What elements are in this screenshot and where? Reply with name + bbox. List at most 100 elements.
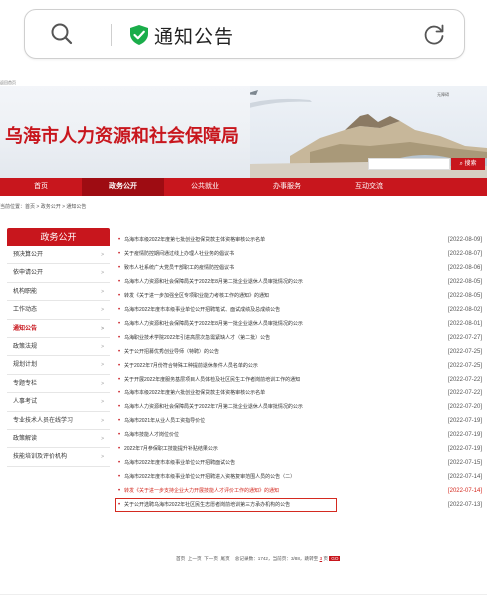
sidebar-item-label: 专业技术人员在线学习 xyxy=(13,417,74,424)
notice-row[interactable]: • 2022年7月参保职工技能提升补贴结果公示 [2022-07-19] xyxy=(115,443,485,455)
page-title: 通知公告 xyxy=(154,26,235,48)
notice-row[interactable]: • 关于2022年7月份符合特殊工种提前退休条件人员名单的公示 [2022-07-2… xyxy=(115,360,485,372)
notice-row[interactable]: • 乌海市2022年度市本级事业单位公开招聘笔试、面试成绩及总成绩公告 [2022-… xyxy=(115,304,485,316)
notice-title[interactable]: 乌海市2021年从业人员工资指导价位 xyxy=(124,415,205,427)
bullet-icon: • xyxy=(118,488,121,495)
notice-row[interactable]: • 乌海市人力资源和社会保障局关于2022年7月第二批企业退休人员审批情况的公示 [… xyxy=(115,401,485,413)
notice-row[interactable]: • 致市人社系统广大党员干部职工的疫情防控倡议书 [2022-08-06] xyxy=(115,262,485,274)
bullet-icon: • xyxy=(118,334,121,341)
notice-row[interactable]: • 乌海职业技术学院2022年引进高层次急需紧缺人才（第二批）公告 [2022-07… xyxy=(115,332,485,344)
notice-row[interactable]: • 乌海市人力资源和社会保障局关于2022年8月第二批企业退休人员审批情况的公示 [… xyxy=(115,276,485,288)
notice-date: [2022-08-07] xyxy=(447,250,482,257)
notice-title[interactable]: 关于疫情防控期间通过线上办理人社业务的倡议书 xyxy=(124,248,234,260)
notice-title[interactable]: 乌海市人力资源和社会保障局关于2022年8月第二批企业退休人员审批情况的公示 xyxy=(124,276,303,288)
address-bar[interactable]: 通知公告 xyxy=(24,9,465,59)
notice-title[interactable]: 乌海市2022年度市本级事业单位公开招聘进入资格复审范围人员的公告（二） xyxy=(124,471,295,483)
notice-row[interactable]: • 乌海市2021年从业人员工资指导价位 [2022-07-19] xyxy=(115,415,485,427)
notice-title[interactable]: 乌海市2022年度市本级事业单位公开招聘笔试、面试成绩及总成绩公告 xyxy=(124,304,280,316)
notice-row[interactable]: • 乌海市2022年度市本级事业单位公开招聘面试公告 [2022-07-15] xyxy=(115,457,485,469)
magnifier-icon: ⌕ xyxy=(459,161,463,167)
site-search-button[interactable]: ⌕ 搜索 xyxy=(451,158,485,170)
notice-row[interactable]: • 乌海市技能人才岗位价位 [2022-07-19] xyxy=(115,429,485,441)
notice-date: [2022-07-25] xyxy=(447,362,482,369)
nav-item-public-employment[interactable]: 公共就业 xyxy=(164,178,246,196)
notice-row[interactable]: • 乌海市本级2022年度第七批创业担保贷款主体资格审核公示名单 [2022-08-… xyxy=(115,234,485,246)
pager-first[interactable]: 首页 xyxy=(176,556,185,561)
sidebar-item-label: 专题专栏 xyxy=(13,380,38,387)
header-utility-links[interactable]: 无障碍 xyxy=(437,92,449,98)
notice-title[interactable]: 关于2022年7月份符合特殊工种提前退休条件人员名单的公示 xyxy=(124,360,258,372)
pager-last[interactable]: 尾页 xyxy=(220,556,229,561)
notice-title[interactable]: 乌海职业技术学院2022年引进高层次急需紧缺人才（第二批）公告 xyxy=(124,332,270,344)
sidebar-item[interactable]: 政策法规 > xyxy=(7,338,110,357)
notice-row[interactable]: • 乌海市2022年度市本级事业单位公开招聘进入资格复审范围人员的公告（二） [20… xyxy=(115,471,485,483)
notice-title[interactable]: 致市人社系统广大党员干部职工的疫情防控倡议书 xyxy=(124,262,234,274)
pager-page-input[interactable]: 3 xyxy=(320,556,323,561)
notice-title[interactable]: 乌海市本级2022年度第七批创业担保贷款主体资格审核公示名单 xyxy=(124,234,265,246)
notice-title[interactable]: 乌海市技能人才岗位价位 xyxy=(124,429,179,441)
notice-row[interactable]: • 关于开展2022年度服务基层项目人员体检及社区民生工作者岗前培训工作的通知 [2… xyxy=(115,374,485,386)
sidebar-item[interactable]: 政策解读 > xyxy=(7,430,110,449)
nav-item-government-affairs[interactable]: 政务公开 xyxy=(82,178,164,196)
notice-row[interactable]: • 关于公开招募优秀创业导师（特聘）的公告 [2022-07-25] xyxy=(115,346,485,358)
notice-date: [2022-07-22] xyxy=(447,390,482,397)
notice-row[interactable]: • 关于疫情防控期间通过线上办理人社业务的倡议书 [2022-08-07] xyxy=(115,248,485,260)
nav-item-interaction[interactable]: 互动交流 xyxy=(328,178,410,196)
notice-date: [2022-08-06] xyxy=(447,264,482,271)
notice-row[interactable]: • 乌海市本级2022年度第六批创业担保贷款主体资格审核公示名单 [2022-07-… xyxy=(115,387,485,399)
pager-go-button[interactable]: GO xyxy=(329,556,341,561)
site-brand: 乌海市人力资源和社会保障局 xyxy=(5,126,239,147)
search-icon[interactable] xyxy=(49,21,75,52)
sidebar-item[interactable]: 工作动态 > xyxy=(7,301,110,320)
sidebar-item[interactable]: 专业技术人员在线学习 > xyxy=(7,412,110,430)
sidebar-item[interactable]: 技能培训及评价机构 > xyxy=(7,448,110,467)
sidebar-item-label: 人事考试 xyxy=(13,399,38,406)
sidebar-item[interactable]: 通知公告 > xyxy=(7,320,110,338)
sidebar-item[interactable]: 规划计划 > xyxy=(7,356,110,375)
sidebar-item-label: 机构职能 xyxy=(13,288,38,295)
chevron-right-icon: > xyxy=(101,417,104,424)
bullet-icon: • xyxy=(118,446,121,453)
notice-date: [2022-07-15] xyxy=(447,460,482,467)
notice-title[interactable]: 转发《关于进一步加强全区专项职业能力考核工作的通知》的通知 xyxy=(124,290,269,302)
sidebar-item[interactable]: 预决算公开 > xyxy=(7,246,110,265)
notice-title[interactable]: 乌海市人力资源和社会保障局关于2022年7月第二批企业退休人员审批情况的公示 xyxy=(124,401,303,413)
notice-title[interactable]: 乌海市人力资源和社会保障局关于2022年8月第一批企业退休人员审批情况的公示 xyxy=(124,318,303,330)
site-header: 无障碍 乌海市人力资源和社会保障局 ⌕ 搜索 xyxy=(0,86,487,178)
notice-date: [2022-08-09] xyxy=(447,237,482,243)
sidebar-item[interactable]: 机构职能 > xyxy=(7,283,110,302)
notice-title[interactable]: 关于公开招募优秀创业导师（特聘）的公告 xyxy=(124,346,219,358)
sidebar-item-label: 依申请公开 xyxy=(13,270,44,277)
notice-row[interactable]: • 乌海市人力资源和社会保障局关于2022年8月第一批企业退休人员审批情况的公示 [… xyxy=(115,318,485,330)
notice-title[interactable]: 转发《关于进一步支持企业大力开展技能人才评价工作的通知》的通知 xyxy=(124,485,279,497)
bullet-icon: • xyxy=(118,418,121,425)
chevron-right-icon: > xyxy=(101,380,104,387)
pager-prev[interactable]: 上一页 xyxy=(188,556,202,561)
site-search-label: 搜索 xyxy=(464,161,477,167)
sidebar-item[interactable]: 依申请公开 > xyxy=(7,264,110,283)
notice-date: [2022-07-14] xyxy=(447,488,482,495)
notice-date: [2022-07-27] xyxy=(447,334,482,341)
bullet-icon: • xyxy=(118,390,121,397)
bullet-icon: • xyxy=(118,432,121,439)
nav-item-home[interactable]: 首页 xyxy=(0,178,82,196)
bullet-icon: • xyxy=(118,237,121,243)
reload-icon[interactable] xyxy=(421,22,447,53)
notice-date: [2022-07-22] xyxy=(447,376,482,383)
chevron-right-icon: > xyxy=(101,399,104,406)
sidebar-item[interactable]: 人事考试 > xyxy=(7,393,110,412)
browser-toolbar: 通知公告 xyxy=(0,0,487,72)
notice-title[interactable]: 2022年7月参保职工技能提升补贴结果公示 xyxy=(124,443,218,455)
sidebar-item-label: 技能培训及评价机构 xyxy=(13,454,68,461)
notice-row[interactable]: • 转发《关于进一步加强全区专项职业能力考核工作的通知》的通知 [2022-08-0… xyxy=(115,290,485,302)
notice-title[interactable]: 乌海市2022年度市本级事业单位公开招聘面试公告 xyxy=(124,457,235,469)
notice-title[interactable]: 关于开展2022年度服务基层项目人员体检及社区民生工作者岗前培训工作的通知 xyxy=(124,374,300,386)
pagination: 首页 上一页 下一页 尾页 总记录数：1742，当前页：3/88，跳转至 3 页… xyxy=(176,556,341,562)
notice-row[interactable]: • 转发《关于进一步支持企业大力开展技能人才评价工作的通知》的通知 [2022-07… xyxy=(115,485,485,497)
nav-item-services[interactable]: 办事服务 xyxy=(246,178,328,196)
site-search-input[interactable] xyxy=(368,158,450,170)
sidebar-item[interactable]: 专题专栏 > xyxy=(7,375,110,394)
bullet-icon: • xyxy=(118,278,121,285)
notice-title[interactable]: 乌海市本级2022年度第六批创业担保贷款主体资格审核公示名单 xyxy=(124,387,265,399)
pager-next[interactable]: 下一页 xyxy=(204,556,218,561)
